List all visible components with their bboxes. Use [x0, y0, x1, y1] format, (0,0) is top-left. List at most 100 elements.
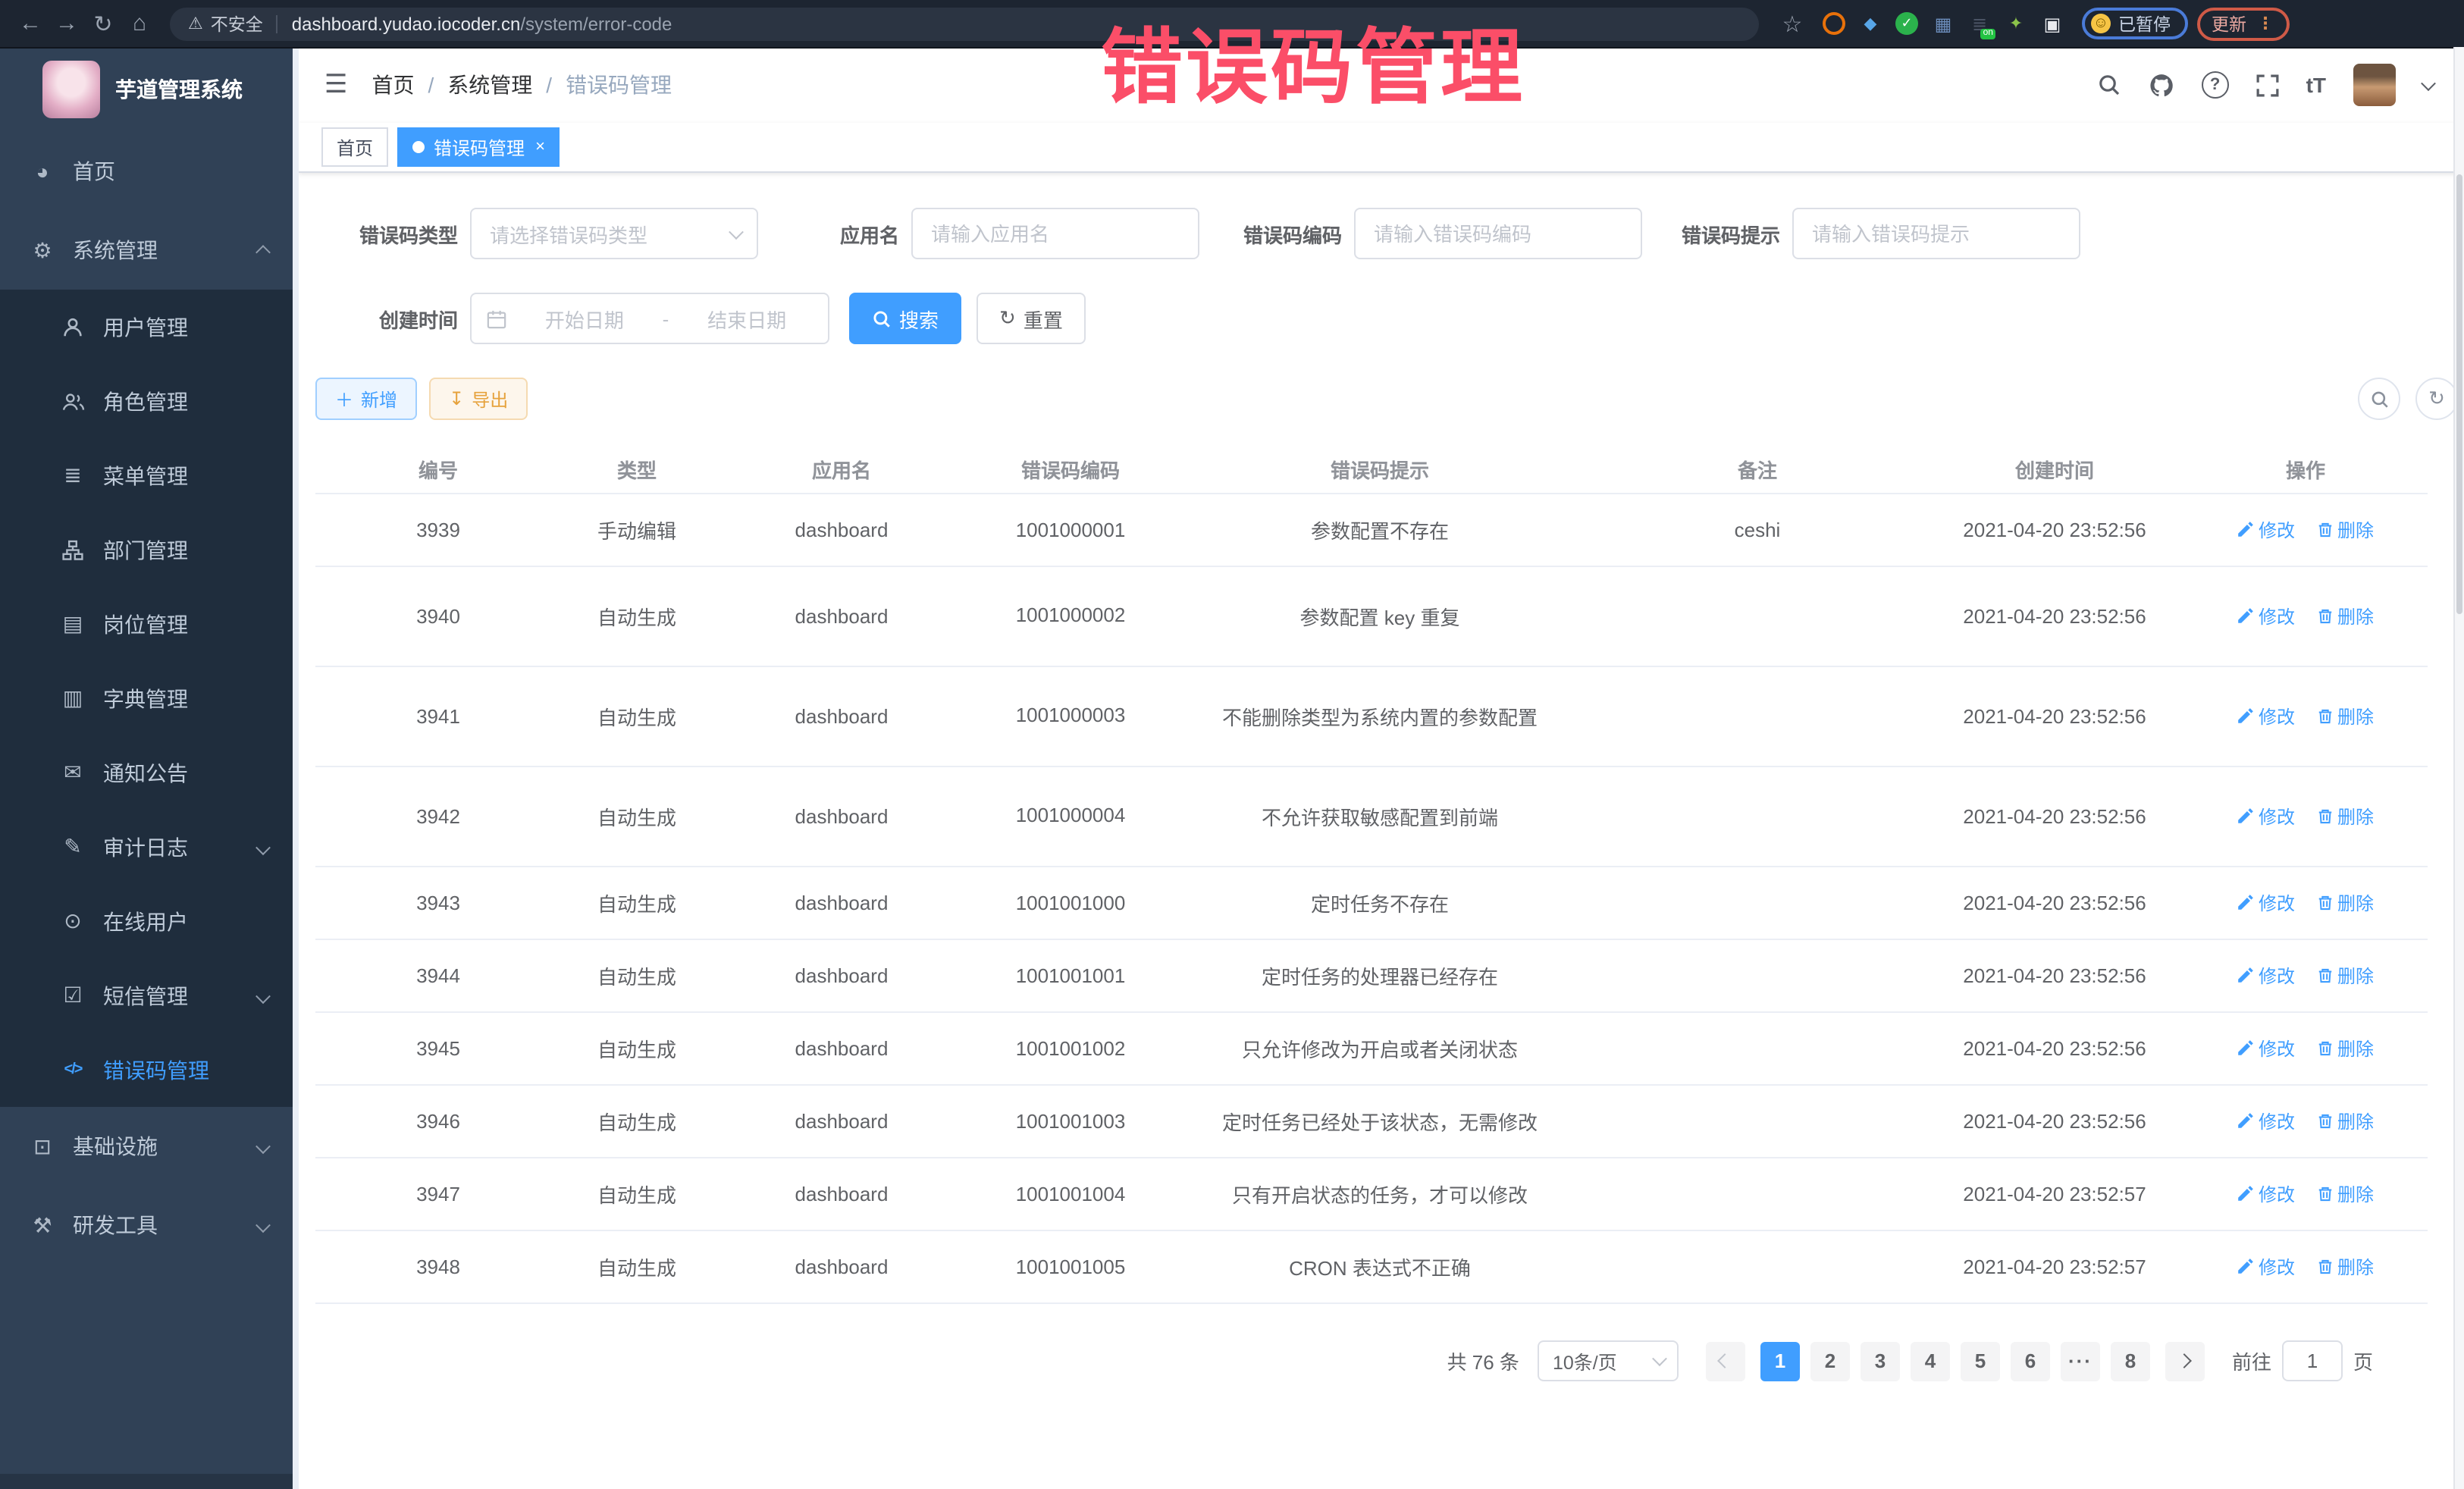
browser-back-icon[interactable]: ← [12, 11, 49, 36]
edit-link[interactable]: 修改 [2237, 1181, 2295, 1207]
browser-profile-chip[interactable]: ☺ 已暂停 [2082, 8, 2187, 39]
sidebar-item-menu[interactable]: ≣菜单管理 [0, 438, 299, 513]
app-name-field[interactable] [911, 208, 1199, 259]
user-avatar[interactable] [2353, 64, 2396, 106]
page-size-value: 10条/页 [1553, 1346, 1617, 1375]
cell-time: 2021-04-20 23:52:57 [1926, 1249, 2183, 1284]
edit-link[interactable]: 修改 [2237, 603, 2295, 629]
error-code-field[interactable] [1354, 208, 1642, 259]
blue-gem-extension-icon[interactable]: ◆ [1859, 12, 1882, 35]
edit-link[interactable]: 修改 [2237, 1036, 2295, 1061]
sidebar-scrollbar[interactable] [293, 47, 299, 1489]
app-name-input[interactable] [913, 209, 1198, 258]
breadcrumb-item[interactable]: 首页 [372, 70, 415, 100]
orange-circle-extension-icon[interactable] [1823, 12, 1845, 35]
green-check-extension-icon[interactable]: ✓ [1895, 12, 1918, 35]
sidebar-item-dept[interactable]: 部门管理 [0, 513, 299, 587]
table-body: 3939手动编辑dashboard1001000001参数配置不存在ceshi2… [315, 494, 2428, 1304]
sidebar-item-online[interactable]: ⊙在线用户 [0, 884, 299, 958]
sidebar-item-role[interactable]: 角色管理 [0, 364, 299, 438]
sidebar-item-audit[interactable]: ✎审计日志 [0, 810, 299, 884]
goto-page-input[interactable] [2282, 1340, 2343, 1381]
puzzle-extensions-icon[interactable]: ▣ [2041, 12, 2064, 35]
sidebar-item-sms[interactable]: ☑短信管理 [0, 958, 299, 1033]
error-type-select[interactable]: 请选择错误码类型 [470, 208, 758, 259]
page-button-1[interactable]: 1 [1760, 1341, 1800, 1381]
page-button-4[interactable]: 4 [1911, 1341, 1950, 1381]
page-button-3[interactable]: 3 [1861, 1341, 1900, 1381]
kebab-menu-icon[interactable]: ⋮ [2257, 14, 2274, 33]
delete-link[interactable]: 删除 [2316, 1254, 2374, 1280]
tag-active[interactable]: 错误码管理× [397, 127, 560, 167]
github-icon[interactable] [2149, 72, 2174, 98]
export-button[interactable]: ↧ 导出 [429, 378, 528, 420]
goto-label: 前往 [2232, 1346, 2271, 1375]
delete-link[interactable]: 删除 [2316, 804, 2374, 829]
search-button[interactable]: 搜索 [849, 293, 961, 344]
sidebar-item-user[interactable]: 用户管理 [0, 290, 299, 364]
delete-link[interactable]: 删除 [2316, 963, 2374, 989]
delete-link[interactable]: 删除 [2316, 603, 2374, 629]
cell-type: 手动编辑 [561, 509, 713, 550]
delete-link[interactable]: 删除 [2316, 890, 2374, 916]
page-button-8[interactable]: 8 [2111, 1341, 2150, 1381]
page-button-6[interactable]: 6 [2011, 1341, 2050, 1381]
sidebar-item-infra[interactable]: ⊡基础设施 [0, 1107, 299, 1186]
help-icon[interactable]: ? [2202, 71, 2229, 99]
more-pages-button[interactable]: ··· [2061, 1341, 2100, 1381]
delete-link[interactable]: 删除 [2316, 1036, 2374, 1061]
sidebar-item-notice[interactable]: ✉通知公告 [0, 735, 299, 810]
window-scrollbar[interactable] [2453, 47, 2464, 1489]
browser-home-icon[interactable]: ⌂ [121, 11, 158, 36]
error-code-input[interactable] [1356, 209, 1641, 258]
sidebar-item-system[interactable]: ⚙系统管理 [0, 211, 299, 290]
tag-0[interactable]: 首页 [321, 127, 388, 167]
browser-update-button[interactable]: 更新 ⋮ [2196, 7, 2289, 40]
fullscreen-icon[interactable] [2256, 74, 2279, 96]
edit-link[interactable]: 修改 [2237, 804, 2295, 829]
browser-forward-icon[interactable]: → [49, 11, 85, 36]
error-hint-field[interactable] [1792, 208, 2080, 259]
sidebar-item-post[interactable]: ▤岗位管理 [0, 587, 299, 661]
delete-link[interactable]: 删除 [2316, 704, 2374, 729]
page-size-select[interactable]: 10条/页 [1538, 1340, 1679, 1381]
date-range-picker[interactable]: 开始日期 - 结束日期 [470, 293, 829, 344]
sidebar-item-dict[interactable]: ▥字典管理 [0, 661, 299, 735]
add-button[interactable]: ＋ 新增 [315, 378, 417, 420]
cell-remark [1589, 1188, 1926, 1200]
edit-link[interactable]: 修改 [2237, 963, 2295, 989]
refresh-table-button[interactable]: ↻ [2415, 378, 2458, 420]
edit-link[interactable]: 修改 [2237, 1254, 2295, 1280]
list-on-extension-icon[interactable]: ≣on [1968, 12, 1991, 35]
edit-link[interactable]: 修改 [2237, 517, 2295, 543]
search-icon[interactable] [2097, 73, 2121, 97]
hamburger-icon[interactable]: ☰ [324, 70, 348, 100]
sidebar-item-errcode[interactable]: </>错误码管理 [0, 1033, 299, 1107]
font-size-icon[interactable]: tT [2306, 73, 2326, 97]
browser-reload-icon[interactable]: ↻ [85, 10, 121, 37]
delete-link[interactable]: 删除 [2316, 1108, 2374, 1134]
chevron-down-icon[interactable] [2423, 71, 2434, 99]
key-extension-icon[interactable]: ✦ [2005, 12, 2027, 35]
close-icon[interactable]: × [535, 138, 545, 156]
scrollbar-thumb[interactable] [2456, 174, 2462, 614]
delete-link[interactable]: 删除 [2316, 517, 2374, 543]
error-hint-input[interactable] [1794, 209, 2079, 258]
reset-button[interactable]: ↻ 重置 [977, 293, 1086, 344]
sidebar-item-home[interactable]: ◕首页 [0, 132, 299, 211]
bookmark-star-icon[interactable]: ☆ [1774, 10, 1810, 37]
next-page-button[interactable] [2165, 1341, 2205, 1381]
page-button-5[interactable]: 5 [1961, 1341, 2000, 1381]
delete-link[interactable]: 删除 [2316, 1181, 2374, 1207]
edit-link[interactable]: 修改 [2237, 890, 2295, 916]
edit-link[interactable]: 修改 [2237, 704, 2295, 729]
edit-link[interactable]: 修改 [2237, 1108, 2295, 1134]
sidebar-item-devtools[interactable]: ⚒研发工具 [0, 1186, 299, 1265]
prev-page-button[interactable] [1706, 1341, 1745, 1381]
app-logo[interactable]: 芋道管理系统 [0, 47, 299, 132]
page-button-2[interactable]: 2 [1810, 1341, 1850, 1381]
grid-extension-icon[interactable]: ▦ [1932, 12, 1955, 35]
breadcrumb-item[interactable]: 系统管理 [447, 70, 532, 100]
cell-id: 3944 [315, 958, 561, 993]
toggle-search-button[interactable] [2358, 378, 2400, 420]
